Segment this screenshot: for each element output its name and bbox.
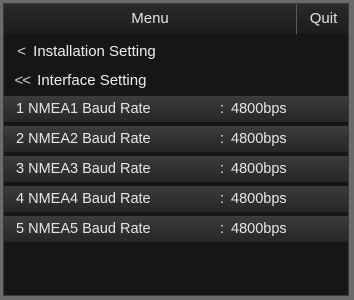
setting-separator: :: [220, 131, 225, 147]
setting-value: 4800bps: [231, 101, 287, 117]
setting-label: 1 NMEA1 Baud Rate: [16, 101, 151, 117]
setting-label: 3 NMEA3 Baud Rate: [16, 161, 151, 177]
setting-row-nmea1[interactable]: 1 NMEA1 Baud Rate : 4800bps: [4, 96, 348, 122]
setting-label: 4 NMEA4 Baud Rate: [16, 191, 151, 207]
setting-separator: :: [220, 191, 225, 207]
breadcrumb-label: Interface Setting: [37, 72, 147, 89]
chevron-left-icon: <: [17, 43, 26, 60]
setting-row-nmea3[interactable]: 3 NMEA3 Baud Rate : 4800bps: [4, 156, 348, 182]
setting-row-nmea5[interactable]: 5 NMEA5 Baud Rate : 4800bps: [4, 216, 348, 242]
setting-value: 4800bps: [231, 161, 287, 177]
breadcrumb-installation-setting[interactable]: < Installation Setting: [4, 37, 348, 67]
setting-value: 4800bps: [231, 131, 287, 147]
breadcrumb-interface-setting[interactable]: << Interface Setting: [4, 66, 348, 96]
setting-row-nmea2[interactable]: 2 NMEA2 Baud Rate : 4800bps: [4, 126, 348, 152]
setting-label: 2 NMEA2 Baud Rate: [16, 131, 151, 147]
menu-title: Menu: [131, 10, 169, 27]
double-chevron-left-icon: <<: [14, 72, 31, 89]
setting-separator: :: [220, 101, 225, 117]
menu-window: Menu Quit < Installation Setting << Inte…: [3, 3, 349, 296]
setting-value: 4800bps: [231, 221, 287, 237]
setting-separator: :: [220, 221, 225, 237]
quit-button[interactable]: Quit: [296, 4, 348, 34]
breadcrumb-label: Installation Setting: [33, 43, 156, 60]
setting-label: 5 NMEA5 Baud Rate: [16, 221, 151, 237]
setting-separator: :: [220, 161, 225, 177]
setting-row-nmea4[interactable]: 4 NMEA4 Baud Rate : 4800bps: [4, 186, 348, 212]
setting-value: 4800bps: [231, 191, 287, 207]
menu-header: Menu Quit: [4, 4, 348, 34]
